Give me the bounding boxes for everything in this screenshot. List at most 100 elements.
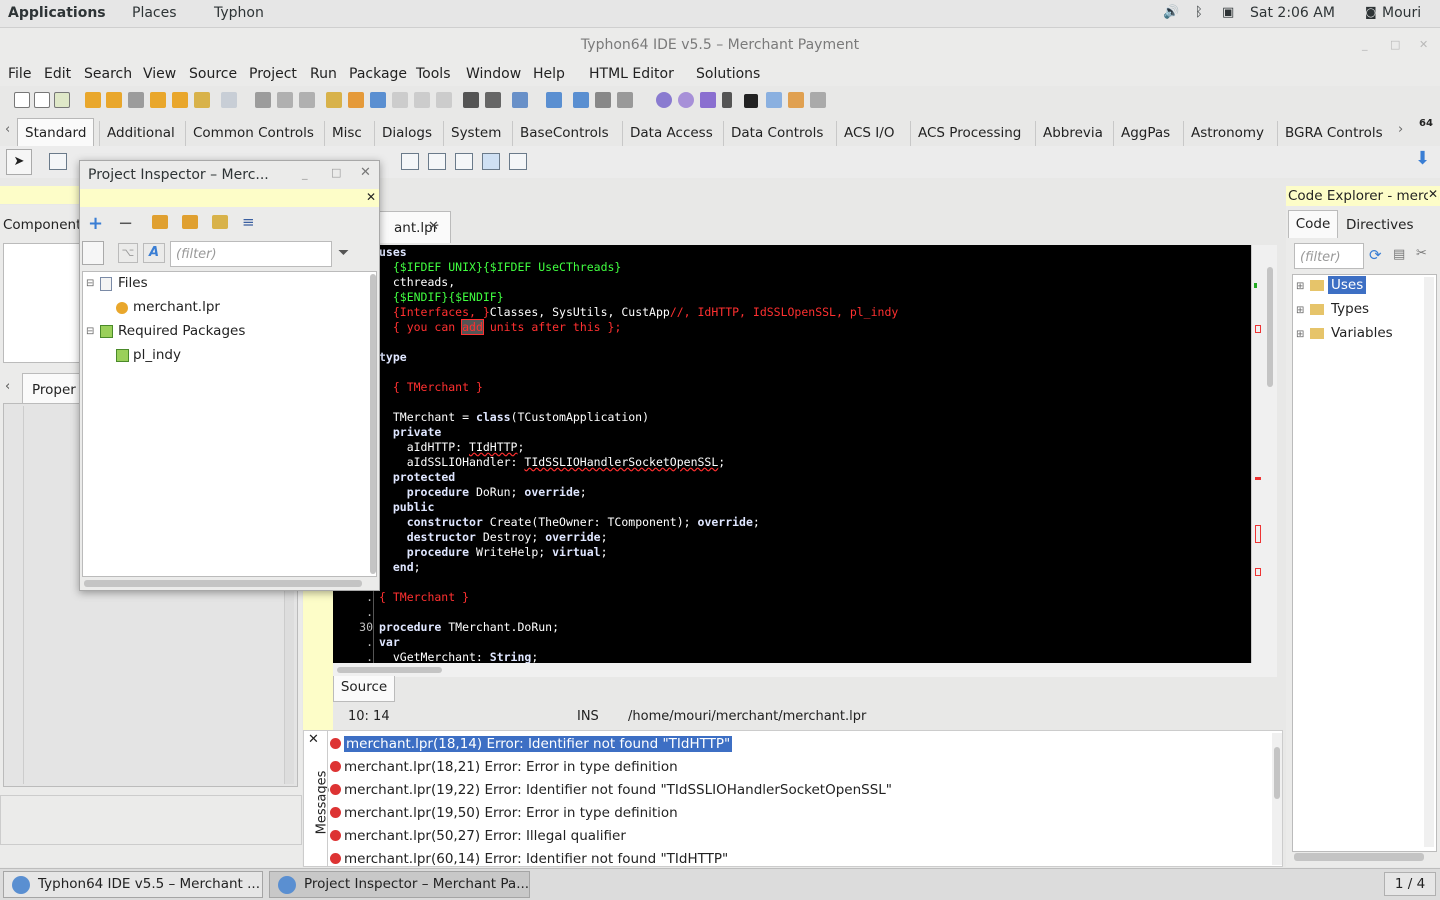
menu-source[interactable]: Source bbox=[189, 66, 237, 82]
tree-hscroll[interactable] bbox=[84, 580, 362, 587]
new-form-icon[interactable] bbox=[34, 92, 50, 108]
panel-component-icon[interactable] bbox=[455, 153, 473, 170]
minimize-icon[interactable]: _ bbox=[1362, 38, 1368, 51]
tab-misc[interactable]: Misc bbox=[324, 121, 369, 146]
tree-node-uses[interactable]: Uses bbox=[1328, 276, 1367, 294]
tree-node-variables[interactable]: Variables bbox=[1331, 325, 1393, 341]
tab-scroll-left-icon[interactable]: ‹ bbox=[5, 379, 10, 394]
error-marker[interactable] bbox=[1255, 568, 1261, 576]
toggle-form-icon[interactable] bbox=[221, 92, 237, 108]
menu-tools[interactable]: Tools bbox=[416, 66, 451, 82]
add-icon[interactable]: + bbox=[88, 213, 103, 234]
step-over-icon[interactable] bbox=[788, 92, 804, 108]
copy-icon[interactable] bbox=[299, 92, 315, 108]
tree-node-files[interactable]: Files bbox=[118, 275, 148, 291]
bluetooth-icon[interactable]: ᛒ bbox=[1195, 5, 1203, 20]
message-row[interactable]: merchant.lpr(18,14) Error: Identifier no… bbox=[330, 734, 733, 754]
new-unit-icon[interactable] bbox=[54, 92, 70, 108]
tab-data-access[interactable]: Data Access bbox=[622, 121, 720, 146]
tab-properties[interactable]: Proper bbox=[22, 373, 82, 403]
save-icon[interactable] bbox=[128, 92, 144, 108]
search-replace-icon[interactable] bbox=[485, 92, 501, 108]
stop-icon[interactable] bbox=[744, 94, 758, 108]
tree-node-types[interactable]: Types bbox=[1331, 301, 1369, 317]
compile-icon[interactable] bbox=[678, 92, 694, 108]
new-file-icon[interactable] bbox=[14, 92, 30, 108]
view-units-icon[interactable] bbox=[255, 92, 271, 108]
applications-menu[interactable]: Applications bbox=[8, 5, 106, 21]
user-menu[interactable]: Mouri bbox=[1382, 5, 1421, 21]
editor-vertical-scrollbar[interactable] bbox=[1251, 245, 1277, 663]
options-icon[interactable]: ▤ bbox=[1393, 247, 1405, 262]
pointer-tool[interactable]: ➤ bbox=[6, 149, 32, 175]
close-window-icon[interactable]: ✕ bbox=[360, 165, 371, 180]
mainmenu-component-icon[interactable] bbox=[49, 153, 67, 170]
options-icon[interactable] bbox=[212, 215, 228, 229]
tree-scrollbar[interactable] bbox=[370, 274, 376, 574]
tab-astronomy[interactable]: Astronomy bbox=[1183, 121, 1271, 146]
menu-help[interactable]: Help bbox=[533, 66, 565, 82]
open-project-icon[interactable] bbox=[106, 92, 122, 108]
open-icon[interactable] bbox=[85, 92, 101, 108]
tab-data-controls[interactable]: Data Controls bbox=[723, 121, 830, 146]
open-file-icon[interactable] bbox=[152, 215, 168, 229]
scroll-thumb[interactable] bbox=[1267, 267, 1273, 387]
component-icon[interactable] bbox=[370, 92, 386, 108]
frame-component-icon[interactable] bbox=[482, 153, 500, 170]
show-directories-icon[interactable]: ⌥ bbox=[118, 243, 138, 263]
explorer-hscroll[interactable] bbox=[1294, 853, 1424, 861]
revert-icon[interactable] bbox=[194, 92, 210, 108]
explorer-tree[interactable]: ⊞ Uses ⊞ Types ⊞ Variables bbox=[1292, 274, 1437, 852]
collapse-icon[interactable]: ⊟ bbox=[86, 278, 94, 289]
inspector-filter-input[interactable]: (filter) bbox=[170, 241, 332, 267]
options-icon[interactable] bbox=[326, 92, 342, 108]
explorer-scrollbar[interactable] bbox=[1424, 277, 1434, 847]
message-row[interactable]: merchant.lpr(19,50) Error: Error in type… bbox=[330, 803, 678, 823]
scroll-left-icon[interactable]: ‹ bbox=[5, 122, 10, 137]
install-icon[interactable] bbox=[546, 92, 562, 108]
message-row[interactable]: merchant.lpr(19,22) Error: Identifier no… bbox=[330, 780, 892, 800]
messages-scroll-thumb[interactable] bbox=[1274, 747, 1280, 799]
open-package-icon[interactable] bbox=[182, 215, 198, 229]
project-tree[interactable]: ⊟ Files merchant.lpr ⊟ Required Packages… bbox=[82, 271, 377, 577]
message-row[interactable]: merchant.lpr(60,14) Error: Identifier no… bbox=[330, 849, 728, 869]
tab-code[interactable]: Code bbox=[1288, 210, 1338, 238]
tree-node-required-packages[interactable]: Required Packages bbox=[118, 323, 245, 339]
message-row[interactable]: merchant.lpr(50,27) Error: Illegal quali… bbox=[330, 826, 626, 846]
list-icon[interactable] bbox=[392, 92, 408, 108]
pause-icon[interactable] bbox=[722, 92, 732, 108]
menu-window[interactable]: Window bbox=[466, 66, 521, 82]
menu-project[interactable]: Project bbox=[249, 66, 297, 82]
tab-aggpas[interactable]: AggPas bbox=[1113, 121, 1177, 146]
maximize-icon[interactable]: □ bbox=[1390, 38, 1400, 51]
filter-icon[interactable]: ⏷ bbox=[338, 245, 349, 261]
maximize-icon[interactable]: □ bbox=[331, 166, 341, 179]
menu-search[interactable]: Search bbox=[84, 66, 132, 82]
tab-standard[interactable]: Standard bbox=[17, 118, 95, 146]
tab-bgra-controls[interactable]: BGRA Controls bbox=[1277, 121, 1390, 146]
gear-icon[interactable] bbox=[656, 92, 672, 108]
tab-abbrevia[interactable]: Abbrevia bbox=[1035, 121, 1110, 146]
menu-view[interactable]: View bbox=[143, 66, 176, 82]
tab-source[interactable]: Source bbox=[333, 676, 395, 702]
editor-tab[interactable]: ant.lpr ✕ bbox=[379, 211, 451, 243]
error-marker[interactable] bbox=[1255, 525, 1261, 543]
tab-acs-processing[interactable]: ACS Processing bbox=[910, 121, 1028, 146]
typhon-launcher[interactable]: Typhon bbox=[214, 5, 264, 21]
help-icon[interactable]: ≡ bbox=[242, 213, 255, 231]
error-marker[interactable] bbox=[1255, 477, 1261, 480]
task-project-inspector[interactable]: Project Inspector – Merchant Pa... bbox=[269, 871, 530, 898]
tab-basecontrols[interactable]: BaseControls bbox=[512, 121, 616, 146]
sort-alpha-icon[interactable]: A bbox=[143, 243, 165, 263]
menu-html-editor[interactable]: HTML Editor bbox=[589, 66, 674, 82]
network-icon[interactable]: ▣ bbox=[1222, 5, 1234, 20]
collapse-icon[interactable]: ⊟ bbox=[86, 326, 94, 337]
tab-additional[interactable]: Additional bbox=[99, 121, 182, 146]
step-out-icon[interactable] bbox=[810, 92, 826, 108]
hscroll-thumb[interactable] bbox=[337, 667, 442, 673]
close-icon[interactable] bbox=[172, 92, 188, 108]
menu-edit[interactable]: Edit bbox=[44, 66, 71, 82]
combobox-component-icon[interactable] bbox=[428, 153, 446, 170]
remove-icon[interactable]: − bbox=[118, 213, 133, 234]
task-typhon-ide[interactable]: Typhon64 IDE v5.5 – Merchant ... bbox=[3, 871, 263, 898]
